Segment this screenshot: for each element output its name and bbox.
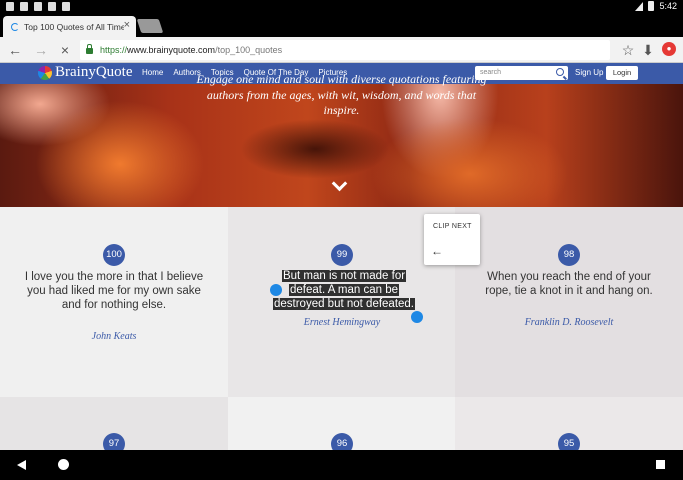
nav-recents-icon[interactable]: [656, 460, 665, 469]
signal-icon: [635, 1, 644, 11]
selection-handle-start[interactable]: [270, 284, 282, 296]
login-button[interactable]: Login: [606, 66, 638, 80]
loading-spinner-icon: [11, 22, 19, 31]
selection-handle-end[interactable]: [411, 311, 423, 323]
hero-line-2: authors from the ages, with wit, wisdom,…: [206, 88, 477, 102]
back-arrow-icon[interactable]: ←: [6, 41, 24, 59]
clip-popup: CLIP NEXT ←: [424, 214, 480, 265]
search-icon[interactable]: [556, 68, 564, 76]
back-arrow-icon[interactable]: ←: [431, 244, 443, 258]
quote-card[interactable]: 96: [228, 397, 456, 450]
image-icon: [20, 2, 28, 11]
download-page-icon[interactable]: ⬇: [639, 41, 657, 59]
quote-card[interactable]: 99 But man is not made for defeat. A man…: [228, 207, 456, 397]
logo-icon: [38, 65, 52, 80]
status-bar: 5:42: [0, 0, 683, 14]
clip-next-button[interactable]: CLIP NEXT: [433, 223, 472, 230]
url-path: /top_100_quotes: [215, 45, 283, 55]
new-tab-button[interactable]: [136, 19, 164, 33]
quote-author[interactable]: Franklin D. Roosevelt: [455, 317, 683, 328]
hero-line-1: Engage one mind and soul with diverse qu…: [196, 72, 487, 86]
bookmark-star-icon[interactable]: ☆: [619, 41, 637, 59]
quote-card[interactable]: 98 When you reach the end of your rope, …: [455, 207, 683, 397]
selected-quote-text[interactable]: But man is not made for defeat. A man ca…: [264, 269, 424, 311]
hero-line-3: inspire.: [323, 103, 360, 117]
url-scheme: https://: [100, 45, 128, 55]
status-time: 5:42: [659, 1, 677, 11]
nav-home-icon[interactable]: [58, 459, 69, 470]
rank-badge: 97: [103, 433, 125, 450]
forward-arrow-icon[interactable]: →: [32, 41, 50, 59]
rank-badge: 95: [558, 433, 580, 450]
quote-author[interactable]: John Keats: [0, 331, 228, 342]
tab-strip: Top 100 Quotes of All Time ×: [0, 14, 683, 37]
quote-line: destroyed but not defeated.: [272, 298, 416, 310]
web-page: BrainyQuote Home Authors Topics Quote Of…: [0, 63, 683, 450]
quote-text: I love you the more in that I believe yo…: [24, 271, 204, 311]
quote-card[interactable]: 95: [455, 397, 683, 450]
battery-icon: [648, 1, 655, 11]
url-host: www.brainyquote.com: [127, 45, 216, 55]
browser-toolbar: ← → × https:// www.brainyquote.com /top_…: [0, 37, 683, 63]
hero-banner: Engage one mind and soul with diverse qu…: [0, 72, 683, 207]
signup-link[interactable]: Sign Up: [575, 68, 603, 77]
rank-badge: 98: [558, 244, 580, 266]
quote-line: But man is not made for: [281, 270, 407, 282]
clipboard-icon: [62, 2, 70, 11]
quote-line: defeat. A man can be: [288, 284, 400, 296]
rank-badge: 100: [103, 244, 125, 266]
address-bar[interactable]: https:// www.brainyquote.com /top_100_qu…: [80, 40, 610, 60]
extension-icon[interactable]: ●: [662, 42, 676, 56]
close-tab-icon[interactable]: ×: [124, 19, 130, 31]
stop-loading-icon[interactable]: ×: [56, 41, 74, 59]
nav-home[interactable]: Home: [142, 68, 163, 77]
settings-icon: [48, 2, 56, 11]
tab-active[interactable]: Top 100 Quotes of All Time ×: [3, 16, 136, 37]
tab-title: Top 100 Quotes of All Time: [24, 21, 124, 32]
notification-icons: [6, 2, 70, 11]
rank-badge: 99: [331, 244, 353, 266]
download-icon: [34, 2, 42, 11]
rank-badge: 96: [331, 433, 353, 450]
nav-back-icon[interactable]: [17, 460, 26, 470]
quote-text: When you reach the end of your rope, tie…: [485, 271, 653, 297]
quote-card[interactable]: 97: [0, 397, 228, 450]
logo-text: BrainyQuote: [55, 64, 133, 80]
lock-icon: [86, 44, 93, 54]
quote-card[interactable]: 100 I love you the more in that I believ…: [0, 207, 228, 397]
site-logo[interactable]: BrainyQuote: [38, 64, 132, 81]
android-navigation-bar: [0, 450, 683, 480]
notification-icon: [6, 2, 14, 11]
